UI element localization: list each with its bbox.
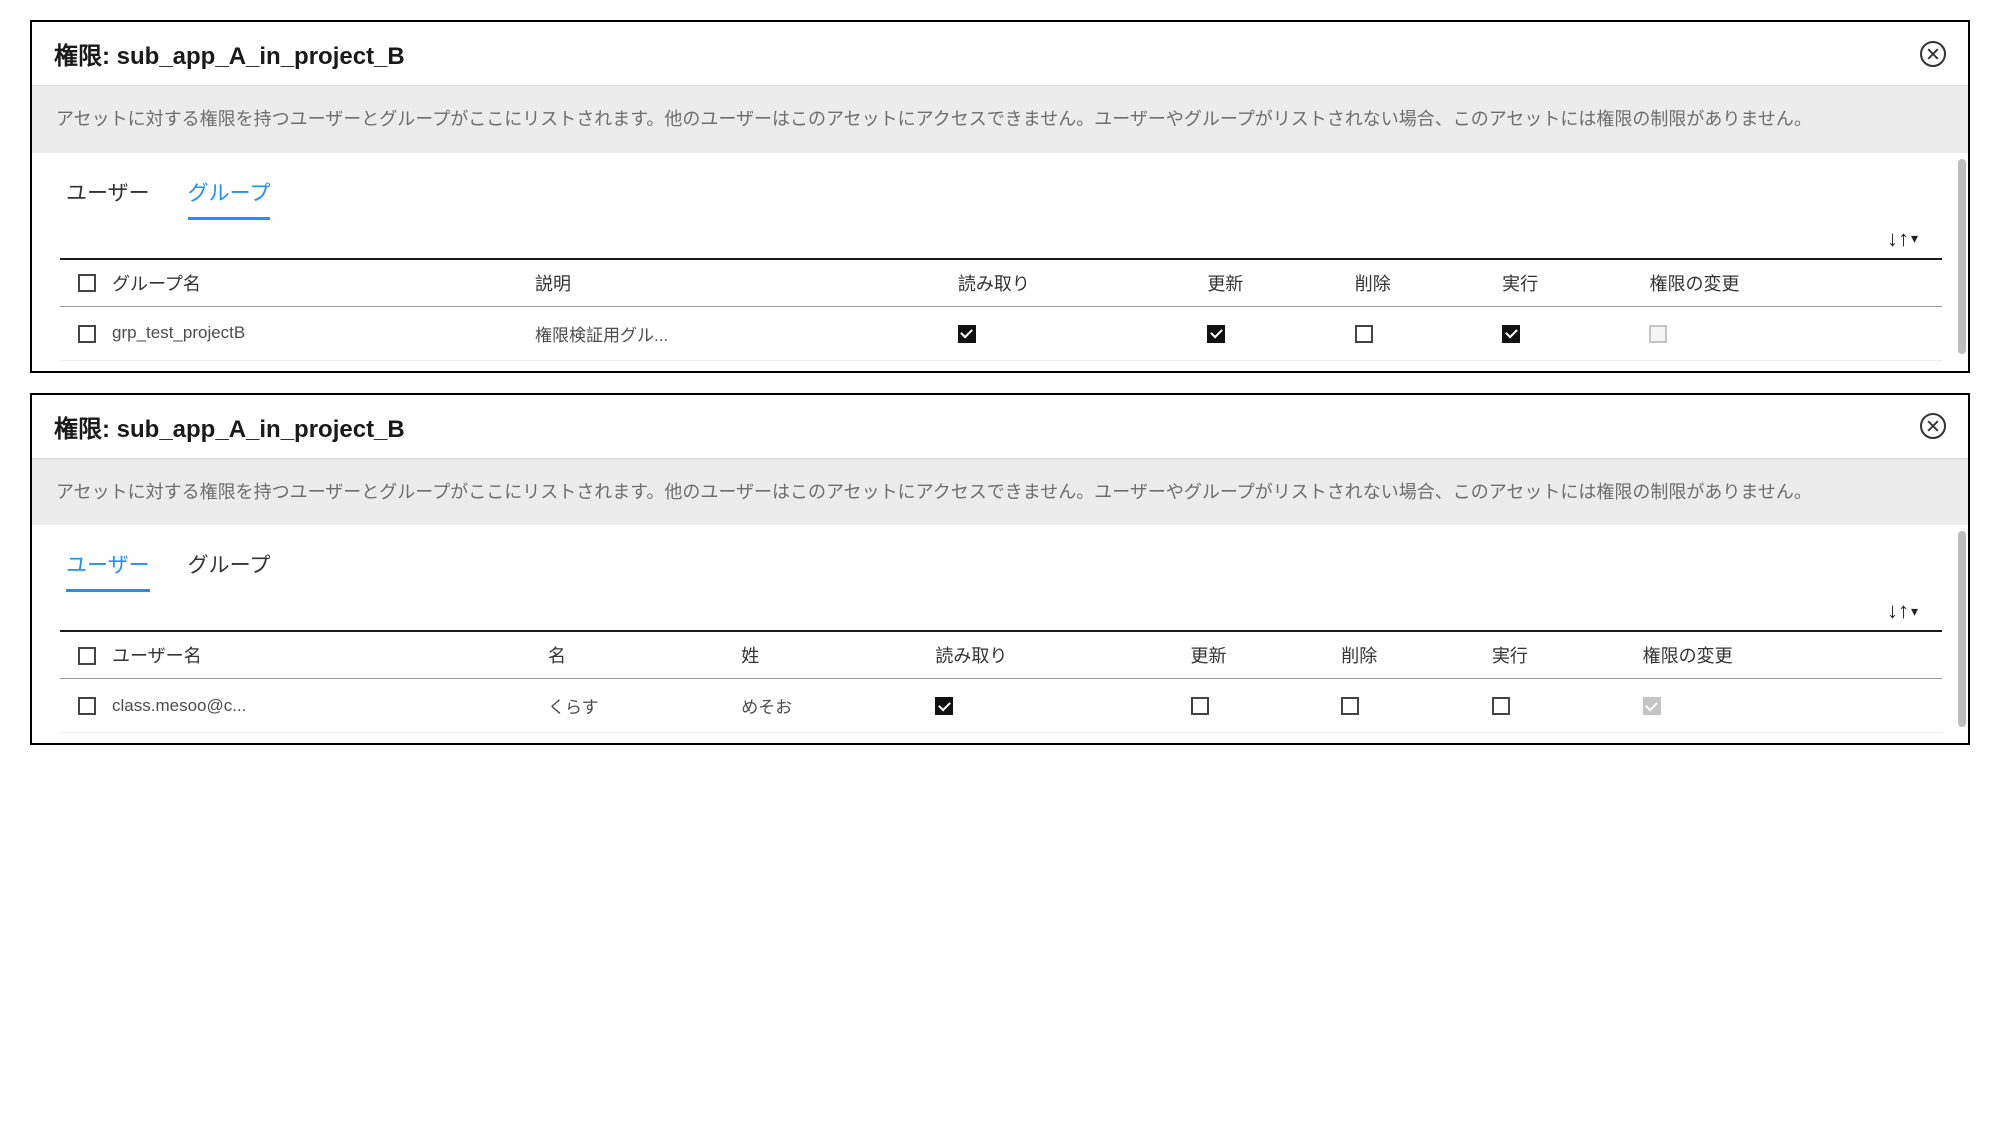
update-checkbox[interactable] [1191,697,1209,715]
tab-groups[interactable]: グループ [188,549,271,592]
col-username[interactable]: ユーザー名 [104,631,540,679]
table-header-row: ユーザー名 名 姓 読み取り 更新 削除 実行 権限の変更 [60,631,1942,679]
delete-checkbox[interactable] [1355,325,1373,343]
scrollbar[interactable] [1958,159,1966,365]
row-select-checkbox[interactable] [78,325,96,343]
col-delete[interactable]: 削除 [1347,259,1494,307]
update-checkbox[interactable] [1207,325,1225,343]
groups-table: グループ名 説明 読み取り 更新 削除 実行 権限の変更 grp_test_pr… [60,258,1942,361]
sort-icon[interactable]: ↓↑▾ [1887,598,1918,624]
col-lastname[interactable]: 姓 [733,631,927,679]
col-update[interactable]: 更新 [1183,631,1334,679]
sort-row: ↓↑▾ [32,592,1968,630]
col-execute[interactable]: 実行 [1484,631,1635,679]
table-row: class.mesoo@c... くらす めそお [60,679,1942,733]
cell-username: class.mesoo@c... [104,679,540,733]
col-changeperm[interactable]: 権限の変更 [1635,631,1942,679]
scrollbar[interactable] [1958,531,1966,737]
tab-users[interactable]: ユーザー [66,549,150,592]
cell-group-name: grp_test_projectB [104,306,527,360]
sort-icon[interactable]: ↓↑▾ [1887,226,1918,252]
col-update[interactable]: 更新 [1199,259,1346,307]
close-icon[interactable] [1920,413,1946,439]
panel-title: 権限: sub_app_A_in_project_B [54,36,405,71]
cell-firstname: くらす [540,679,733,733]
panel-title: 権限: sub_app_A_in_project_B [54,409,405,444]
col-changeperm[interactable]: 権限の変更 [1641,259,1942,307]
table-header-row: グループ名 説明 読み取り 更新 削除 実行 権限の変更 [60,259,1942,307]
row-select-checkbox[interactable] [78,697,96,715]
col-read[interactable]: 読み取り [950,259,1199,307]
read-checkbox[interactable] [958,325,976,343]
panel-header: 権限: sub_app_A_in_project_B [32,22,1968,86]
col-group-name[interactable]: グループ名 [104,259,527,307]
tab-users[interactable]: ユーザー [66,177,150,220]
panel-description: アセットに対する権限を持つユーザーとグループがここにリストされます。他のユーザー… [32,459,1968,526]
tab-groups[interactable]: グループ [188,177,271,220]
scrollbar-thumb[interactable] [1958,531,1966,727]
delete-checkbox[interactable] [1341,697,1359,715]
select-all-checkbox[interactable] [78,647,96,665]
col-select-all [60,631,104,679]
chevron-down-icon: ▾ [1911,230,1918,247]
read-checkbox[interactable] [935,697,953,715]
col-firstname[interactable]: 名 [540,631,733,679]
tabs: ユーザー グループ [32,159,1968,220]
users-table: ユーザー名 名 姓 読み取り 更新 削除 実行 権限の変更 class.meso… [60,630,1942,733]
col-description[interactable]: 説明 [527,259,950,307]
panel-header: 権限: sub_app_A_in_project_B [32,395,1968,459]
select-all-checkbox[interactable] [78,274,96,292]
col-read[interactable]: 読み取り [927,631,1182,679]
col-execute[interactable]: 実行 [1494,259,1641,307]
panel-body: ユーザー グループ ↓↑▾ ユーザー名 名 姓 読み取 [32,525,1968,743]
tabs: ユーザー グループ [32,531,1968,592]
close-icon[interactable] [1920,41,1946,67]
sort-arrows-icon: ↓↑ [1887,598,1909,624]
changeperm-checkbox [1649,325,1667,343]
permissions-panel-groups: 権限: sub_app_A_in_project_B アセットに対する権限を持つ… [30,20,1970,373]
chevron-down-icon: ▾ [1911,603,1918,620]
panel-body: ユーザー グループ ↓↑▾ グループ名 説明 読み取り [32,153,1968,371]
scrollbar-thumb[interactable] [1958,159,1966,355]
panel-description: アセットに対する権限を持つユーザーとグループがここにリストされます。他のユーザー… [32,86,1968,153]
cell-description: 権限検証用グル... [527,306,950,360]
changeperm-checkbox [1643,697,1661,715]
sort-arrows-icon: ↓↑ [1887,226,1909,252]
permissions-panel-users: 権限: sub_app_A_in_project_B アセットに対する権限を持つ… [30,393,1970,746]
col-select-all [60,259,104,307]
cell-lastname: めそお [733,679,927,733]
sort-row: ↓↑▾ [32,220,1968,258]
execute-checkbox[interactable] [1502,325,1520,343]
execute-checkbox[interactable] [1492,697,1510,715]
col-delete[interactable]: 削除 [1333,631,1484,679]
table-row: grp_test_projectB 権限検証用グル... [60,306,1942,360]
